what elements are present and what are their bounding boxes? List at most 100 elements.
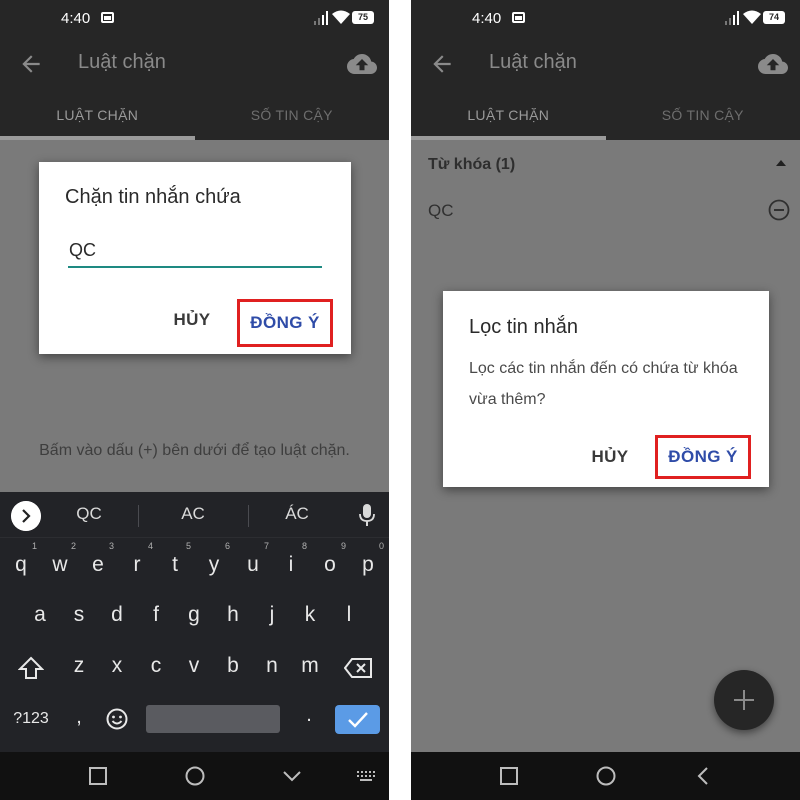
suggestion-strip: QC AC ÁC xyxy=(0,492,389,538)
signal-icon xyxy=(314,11,328,25)
key-label: u xyxy=(247,553,259,576)
dialog-message: Lọc các tin nhắn đến có chứa từ khóa vừa… xyxy=(469,360,738,408)
key-k[interactable]: k xyxy=(292,598,328,634)
battery-icon: 75 xyxy=(352,11,374,24)
chevron-down-nav-icon[interactable] xyxy=(280,764,304,788)
key-p[interactable]: p0 xyxy=(350,541,386,584)
comma-key[interactable]: , xyxy=(66,706,92,729)
back-arrow-icon[interactable] xyxy=(18,51,44,77)
app-bar: Luật chặn xyxy=(0,36,389,92)
battery-icon: 74 xyxy=(763,11,785,24)
key-i[interactable]: i8 xyxy=(273,541,309,584)
key-g[interactable]: g xyxy=(176,598,212,634)
key-h[interactable]: h xyxy=(215,598,251,634)
ok-button[interactable]: ĐỒNG Ý xyxy=(655,435,751,479)
key-u[interactable]: u7 xyxy=(235,541,271,584)
keyword-item: QC xyxy=(428,201,454,220)
key-x[interactable]: x xyxy=(99,649,135,685)
tab-block-rules[interactable]: LUẬT CHẶN xyxy=(411,92,606,140)
key-n[interactable]: n xyxy=(254,649,290,685)
ok-button[interactable]: ĐỒNG Ý xyxy=(237,299,333,347)
page-title: Luật chặn xyxy=(489,51,577,73)
key-number: 6 xyxy=(224,541,230,551)
signal-icon xyxy=(725,11,739,25)
key-label: o xyxy=(324,553,336,576)
key-j[interactable]: j xyxy=(254,598,290,634)
key-number: 1 xyxy=(31,541,37,551)
key-t[interactable]: t5 xyxy=(157,541,193,584)
empty-hint: Bấm vào dấu (+) bên dưới để tạo luật chặ… xyxy=(39,442,350,459)
key-c[interactable]: c xyxy=(138,649,174,685)
chevron-right-icon[interactable] xyxy=(11,501,41,531)
key-q[interactable]: q1 xyxy=(3,541,39,584)
suggestion-divider xyxy=(248,505,249,527)
key-number: 9 xyxy=(340,541,346,551)
keyword-section-header[interactable]: Từ khóa (1) xyxy=(428,156,515,174)
circle-nav-icon[interactable] xyxy=(594,764,618,788)
key-m[interactable]: m xyxy=(292,649,328,685)
suggestion-1[interactable]: QC xyxy=(44,504,134,524)
key-d[interactable]: d xyxy=(99,598,135,634)
key-b[interactable]: b xyxy=(215,649,251,685)
key-e[interactable]: e3 xyxy=(80,541,116,584)
tab-trusted-numbers[interactable]: SỐ TIN CẬY xyxy=(195,92,390,140)
dialog-title: Chặn tin nhắn chứa xyxy=(65,186,241,208)
system-nav-bar xyxy=(0,752,389,800)
tab-trusted-numbers[interactable]: SỐ TIN CẬY xyxy=(606,92,800,140)
shift-icon[interactable] xyxy=(18,656,44,680)
emoji-icon[interactable] xyxy=(106,708,128,730)
space-key[interactable] xyxy=(146,705,280,733)
key-label: q xyxy=(15,553,27,576)
image-icon xyxy=(512,12,525,23)
tab-bar: LUẬT CHẶN SỐ TIN CẬY xyxy=(0,92,389,140)
backspace-icon[interactable] xyxy=(344,658,372,678)
image-icon xyxy=(101,12,114,23)
suggestion-2[interactable]: AC xyxy=(148,504,238,524)
keyword-input[interactable]: QC xyxy=(68,232,322,268)
collapse-caret-icon[interactable] xyxy=(776,160,786,166)
key-number: 2 xyxy=(70,541,76,551)
key-f[interactable]: f xyxy=(138,598,174,634)
key-y[interactable]: y6 xyxy=(196,541,232,584)
period-key[interactable]: . xyxy=(297,704,321,727)
key-number: 8 xyxy=(301,541,307,551)
keyboard-icon[interactable] xyxy=(354,764,378,788)
mic-icon[interactable] xyxy=(359,504,375,526)
cloud-upload-icon[interactable] xyxy=(347,49,377,79)
wifi-icon xyxy=(743,10,761,24)
key-o[interactable]: o9 xyxy=(312,541,348,584)
key-number: 0 xyxy=(378,541,384,551)
status-time: 4:40 xyxy=(472,10,502,27)
key-w[interactable]: w2 xyxy=(42,541,78,584)
suggestion-divider xyxy=(138,505,139,527)
cloud-upload-icon[interactable] xyxy=(758,49,788,79)
square-nav-icon[interactable] xyxy=(86,764,110,788)
key-number: 5 xyxy=(185,541,191,551)
cancel-button[interactable]: HỦY xyxy=(585,447,635,467)
remove-circle-icon[interactable] xyxy=(768,199,790,221)
key-label: i xyxy=(288,553,294,576)
key-s[interactable]: s xyxy=(61,598,97,634)
enter-key[interactable] xyxy=(335,705,380,734)
key-number: 4 xyxy=(147,541,153,551)
key-number: 7 xyxy=(263,541,269,551)
key-z[interactable]: z xyxy=(61,649,97,685)
square-nav-icon[interactable] xyxy=(497,764,521,788)
key-r[interactable]: r4 xyxy=(119,541,155,584)
wifi-icon xyxy=(332,10,350,24)
symbols-key[interactable]: ?123 xyxy=(6,710,56,728)
key-a[interactable]: a xyxy=(22,598,58,634)
tab-block-rules[interactable]: LUẬT CHẶN xyxy=(0,92,195,140)
back-nav-icon[interactable] xyxy=(691,764,715,788)
key-l[interactable]: l xyxy=(331,598,367,634)
circle-nav-icon[interactable] xyxy=(183,764,207,788)
key-number: 3 xyxy=(108,541,114,551)
back-arrow-icon[interactable] xyxy=(429,51,455,77)
dialog-title: Lọc tin nhắn xyxy=(469,316,578,338)
cancel-button[interactable]: HỦY xyxy=(167,310,217,330)
plus-icon xyxy=(734,690,754,710)
key-v[interactable]: v xyxy=(176,649,212,685)
key-label: r xyxy=(133,553,141,576)
add-rule-fab[interactable] xyxy=(714,670,774,730)
suggestion-3[interactable]: ÁC xyxy=(252,504,342,524)
